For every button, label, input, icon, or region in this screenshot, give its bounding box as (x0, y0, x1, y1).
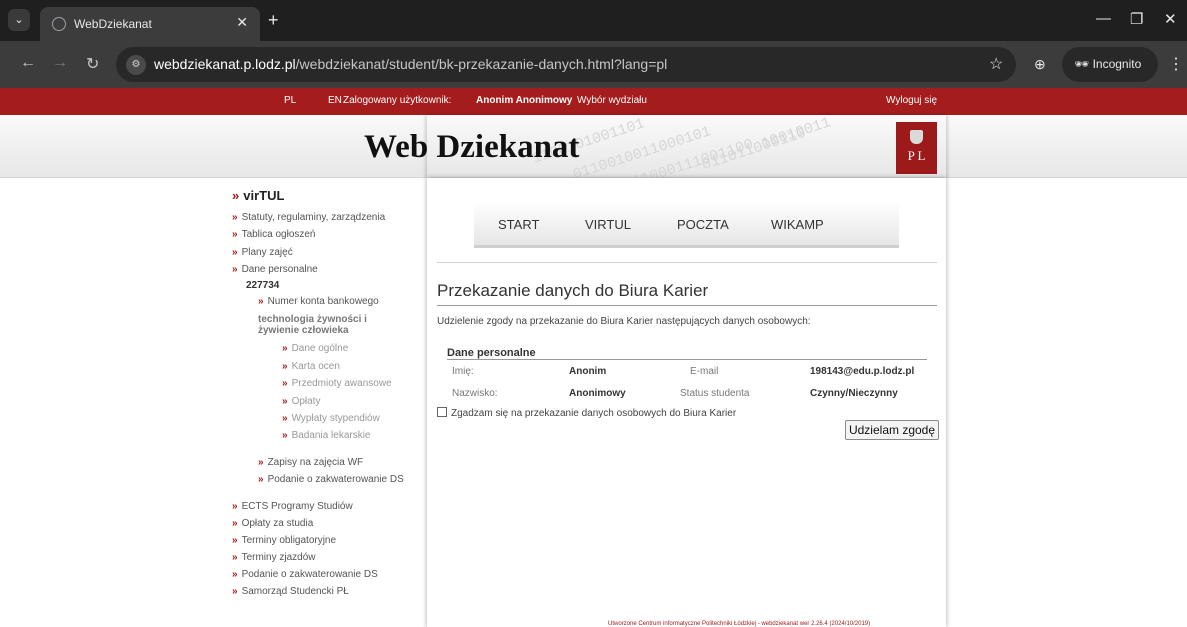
arrow-icon: » (258, 296, 264, 307)
arrow-icon: » (282, 343, 288, 354)
last-name-label: Nazwisko: (452, 388, 498, 399)
nav-virtul[interactable]: VIRTUL (585, 217, 631, 232)
divider (437, 262, 937, 263)
menu-dorm-application[interactable]: » Podanie o zakwaterowanie DS (258, 474, 404, 485)
menu-fees[interactable]: » Opłaty (282, 396, 320, 407)
arrow-icon: » (282, 378, 288, 389)
lang-pl-link[interactable]: PL (284, 95, 296, 106)
arrow-icon: » (258, 474, 264, 485)
consent-checkbox[interactable] (437, 407, 447, 417)
crest-icon (910, 130, 923, 144)
arrow-icon: » (232, 212, 238, 223)
arrow-icon: » (232, 188, 240, 203)
page: PL EN Zalogowany użytkownik: Anonim Anon… (0, 88, 1187, 627)
incognito-indicator[interactable]: 🕶 Incognito (1062, 47, 1158, 82)
field-of-study: technologia żywności i żywienie człowiek… (258, 314, 367, 336)
arrow-icon: » (258, 457, 264, 468)
arrow-icon: » (232, 264, 238, 275)
site-header: 1100101001101 0110010011000101 110001110… (0, 115, 1187, 178)
restore-icon[interactable]: ❐ (1130, 10, 1143, 28)
intro-text: Udzielenie zgody na przekazanie do Biura… (437, 316, 811, 327)
menu-reunions[interactable]: » Terminy zjazdów (232, 552, 315, 563)
menu-general-data[interactable]: » Dane ogólne (282, 343, 348, 354)
menu-deadlines[interactable]: » Terminy obligatoryjne (232, 535, 336, 546)
arrow-icon: » (282, 361, 288, 372)
top-bar: PL EN Zalogowany użytkownik: Anonim Anon… (0, 88, 1187, 115)
browser-toolbar: ← → ↻ ⚙ webdziekanat.p.lodz.pl/webdzieka… (0, 41, 1187, 88)
first-name-label: Imię: (452, 366, 474, 377)
nav-wikamp[interactable]: WIKAMP (771, 217, 824, 232)
arrow-icon: » (232, 535, 238, 546)
close-tab-icon[interactable]: ✕ (236, 14, 248, 31)
student-status-value: Czynny/Nieczynny (810, 388, 898, 399)
menu-dorm-application-2[interactable]: » Podanie o zakwaterowanie DS (232, 569, 378, 580)
arrow-icon: » (232, 552, 238, 563)
content-panel: START VIRTUL POCZTA WIKAMP Przekazanie d… (427, 178, 946, 627)
lang-en-link[interactable]: EN (328, 95, 342, 106)
last-name-value: Anonimowy (569, 388, 626, 399)
arrow-icon: » (232, 586, 238, 597)
personal-data-heading: Dane personalne (447, 347, 536, 359)
menu-personal-data[interactable]: » Dane personalne (232, 264, 318, 275)
arrow-icon: » (232, 569, 238, 580)
menu-tuition[interactable]: » Opłaty za studia (232, 518, 313, 529)
browser-tabstrip: ⌄ WebDziekanat ✕ + — ❐ ✕ (0, 0, 1187, 41)
menu-medical[interactable]: » Badania lekarskie (282, 430, 371, 441)
logged-user-label: Zalogowany użytkownik: (343, 95, 452, 106)
email-label: E-mail (690, 366, 719, 377)
arrow-icon: » (232, 247, 238, 258)
grant-consent-button[interactable]: Udzielam zgodę (845, 420, 939, 440)
new-tab-icon[interactable]: + (268, 10, 279, 31)
tab-search-icon[interactable]: ⌄ (8, 9, 30, 31)
nav-poczta[interactable]: POCZTA (677, 217, 729, 232)
url-text[interactable]: webdziekanat.p.lodz.pl/webdziekanat/stud… (154, 56, 667, 72)
bookmark-star-icon[interactable]: ☆ (989, 54, 1003, 74)
arrow-icon: » (282, 396, 288, 407)
faculty-select-link[interactable]: Wybór wydziału (577, 95, 647, 106)
address-bar[interactable]: ⚙ webdziekanat.p.lodz.pl/webdziekanat/st… (116, 47, 1016, 82)
arrow-icon: » (232, 229, 238, 240)
divider (437, 305, 937, 306)
arrow-icon: » (282, 413, 288, 424)
student-status-label: Status studenta (680, 388, 750, 399)
first-name-value: Anonim (569, 366, 607, 377)
menu-advanced-subjects[interactable]: » Przedmioty awansowe (282, 378, 392, 389)
site-info-icon[interactable]: ⚙ (126, 55, 146, 75)
menu-student-government[interactable]: » Samorząd Studencki PŁ (232, 586, 349, 597)
reload-icon[interactable]: ↻ (86, 54, 99, 74)
page-title: Przekazanie danych do Biura Karier (437, 281, 709, 300)
nav-start[interactable]: START (498, 217, 539, 232)
tab-title: WebDziekanat (74, 17, 152, 31)
university-logo[interactable]: P L (896, 122, 937, 174)
close-window-icon[interactable]: ✕ (1164, 10, 1177, 28)
globe-icon (52, 17, 66, 31)
site-logo-text[interactable]: Web Dziekanat (364, 129, 579, 166)
arrow-icon: » (232, 518, 238, 529)
menu-scholarships[interactable]: » Wypłaty stypendiów (282, 413, 380, 424)
forward-icon[interactable]: → (52, 54, 68, 72)
footer-text: Utworzone Centrum informatyczne Politech… (608, 621, 871, 627)
back-icon[interactable]: ← (20, 54, 36, 72)
menu-pe-signup[interactable]: » Zapisy na zajęcia WF (258, 457, 363, 468)
minimize-icon[interactable]: — (1096, 10, 1111, 27)
arrow-icon: » (232, 501, 238, 512)
extensions-icon[interactable]: ⊕ (1034, 56, 1046, 73)
student-id: 227734 (246, 280, 280, 291)
logout-link[interactable]: Wyloguj się (886, 95, 937, 106)
menu-notices[interactable]: » Tablica ogłoszeń (232, 229, 316, 240)
divider (447, 359, 927, 360)
main-nav: START VIRTUL POCZTA WIKAMP (474, 201, 899, 248)
consent-label[interactable]: Zgadzam się na przekazanie danych osobow… (451, 408, 736, 419)
browser-tab[interactable]: WebDziekanat ✕ (40, 7, 260, 41)
menu-virtul[interactable]: » virTUL (232, 188, 284, 203)
menu-bank-account[interactable]: » Numer konta bankowego (258, 296, 379, 307)
browser-menu-icon[interactable]: ⋮ (1168, 54, 1184, 74)
menu-schedules[interactable]: » Plany zajęć (232, 247, 293, 258)
menu-statutes[interactable]: » Statuty, regulaminy, zarządzenia (232, 212, 385, 223)
logged-user-name: Anonim Anonimowy (476, 95, 573, 106)
arrow-icon: » (282, 430, 288, 441)
menu-ects[interactable]: » ECTS Programy Studiów (232, 501, 353, 512)
email-value: 198143@edu.p.lodz.pl (810, 366, 915, 377)
menu-grades[interactable]: » Karta ocen (282, 361, 340, 372)
